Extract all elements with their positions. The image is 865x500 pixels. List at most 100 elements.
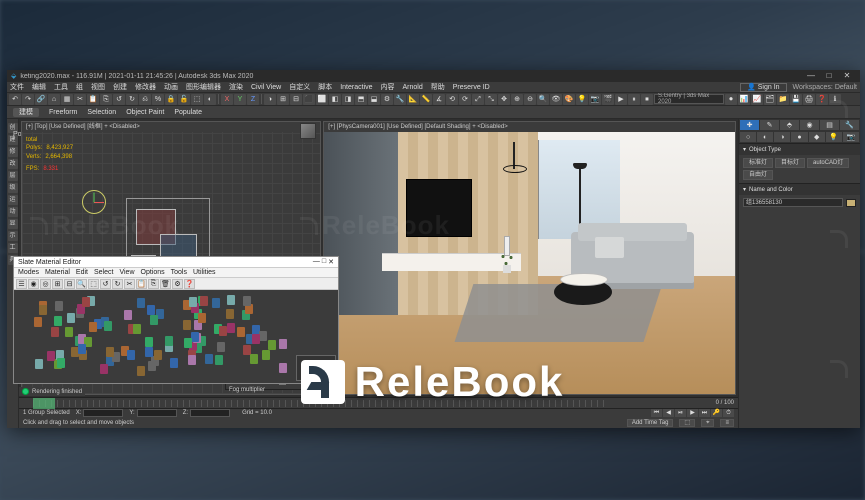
left-strip-button[interactable]: 示 bbox=[8, 231, 18, 241]
toolbar-button[interactable]: 🔍 bbox=[537, 94, 549, 105]
toolbar-button[interactable]: ↷ bbox=[22, 94, 34, 105]
toolbar-button[interactable]: ⤢ bbox=[472, 94, 484, 105]
menu-item[interactable]: 自定义 bbox=[289, 84, 310, 91]
coord-y-input[interactable] bbox=[137, 409, 177, 417]
playback-button[interactable]: ⏯ bbox=[675, 409, 686, 417]
mateditor-menu-item[interactable]: Select bbox=[94, 269, 113, 276]
left-strip-button[interactable]: 层 bbox=[8, 171, 18, 181]
object-type-button[interactable]: 标准灯 bbox=[743, 158, 773, 168]
toolbar-button[interactable]: 📐 bbox=[407, 94, 419, 105]
command-tab[interactable]: ▤ bbox=[820, 120, 839, 130]
playback-button[interactable]: ◀ bbox=[663, 409, 674, 417]
material-node[interactable] bbox=[212, 298, 220, 308]
mateditor-tool-button[interactable]: 🔍 bbox=[76, 279, 87, 289]
viewport-camera-canvas[interactable] bbox=[324, 132, 735, 394]
transform-gizmo[interactable] bbox=[82, 190, 106, 214]
command-category[interactable]: ◑ bbox=[774, 132, 790, 142]
material-node[interactable] bbox=[57, 358, 65, 368]
toolbar-button[interactable]: 🗂 bbox=[764, 94, 776, 105]
menu-item[interactable]: 帮助 bbox=[431, 84, 445, 91]
toolbar-button[interactable]: ⬜ bbox=[316, 94, 328, 105]
toolbar-button[interactable]: ⟲ bbox=[446, 94, 458, 105]
material-node[interactable] bbox=[189, 297, 197, 307]
playback-button[interactable]: ▶ bbox=[687, 409, 698, 417]
mateditor-tool-button[interactable]: ↺ bbox=[100, 279, 111, 289]
material-node[interactable] bbox=[89, 322, 97, 332]
mateditor-tool-button[interactable]: ⎘ bbox=[148, 279, 159, 289]
maxscript-button[interactable]: ≡ bbox=[720, 419, 734, 427]
material-node[interactable] bbox=[226, 309, 234, 319]
material-node[interactable] bbox=[262, 350, 270, 360]
axis-y-button[interactable]: Y bbox=[234, 94, 246, 105]
viewport-camera[interactable]: [+] [PhysCamera001] [Use Defined] [Defau… bbox=[323, 121, 736, 395]
command-category[interactable]: ○ bbox=[740, 132, 756, 142]
material-node[interactable] bbox=[279, 363, 287, 373]
left-strip-button[interactable]: 显 bbox=[8, 219, 18, 229]
material-node[interactable] bbox=[137, 298, 145, 308]
toolbar-button[interactable]: 🎨 bbox=[563, 94, 575, 105]
coord-x-input[interactable] bbox=[83, 409, 123, 417]
command-category[interactable]: 💡 bbox=[826, 132, 842, 142]
add-time-tag-button[interactable]: Add Time Tag bbox=[627, 419, 674, 427]
toolbar-button[interactable]: ◐ bbox=[204, 94, 216, 105]
menu-item[interactable]: 文件 bbox=[10, 84, 24, 91]
material-node[interactable] bbox=[227, 323, 235, 333]
menu-item[interactable]: Interactive bbox=[340, 84, 372, 91]
playback-button[interactable]: ⏱ bbox=[723, 409, 734, 417]
mateditor-tool-button[interactable]: ◉ bbox=[28, 279, 39, 289]
toolbar-button[interactable]: ⊞ bbox=[277, 94, 289, 105]
toolbar-button[interactable]: ✥ bbox=[498, 94, 510, 105]
playback-button[interactable]: ⏭ bbox=[699, 409, 710, 417]
material-node[interactable] bbox=[154, 350, 162, 360]
material-node[interactable] bbox=[100, 364, 108, 374]
material-node[interactable] bbox=[243, 296, 251, 306]
toolbar-button[interactable]: 💾 bbox=[790, 94, 802, 105]
maximize-button[interactable]: □ bbox=[820, 71, 838, 81]
left-strip-button[interactable]: 修 bbox=[8, 147, 18, 157]
toolbar-button[interactable]: ⊕ bbox=[511, 94, 523, 105]
toolbar-button[interactable]: ⬒ bbox=[355, 94, 367, 105]
command-tab[interactable]: 🔧 bbox=[840, 120, 859, 130]
titlebar[interactable]: ⬙ keting2020.max - 116.91M | 2021-01-11 … bbox=[7, 70, 860, 82]
mateditor-tool-button[interactable]: ⊟ bbox=[64, 279, 75, 289]
toolbar-button[interactable]: ⟳ bbox=[459, 94, 471, 105]
toolbar-button[interactable]: 🔗 bbox=[35, 94, 47, 105]
toolbar-button[interactable]: ◨ bbox=[342, 94, 354, 105]
viewport-camera-header[interactable]: [+] [PhysCamera001] [Use Defined] [Defau… bbox=[324, 122, 735, 132]
material-node[interactable] bbox=[200, 296, 208, 306]
menu-item[interactable]: Arnold bbox=[403, 84, 423, 91]
toolbar-button[interactable]: ⤡ bbox=[485, 94, 497, 105]
material-node[interactable] bbox=[170, 358, 178, 368]
mateditor-tool-button[interactable]: 🗑 bbox=[160, 279, 171, 289]
menu-item[interactable]: 动画 bbox=[164, 84, 178, 91]
material-node[interactable] bbox=[279, 339, 287, 349]
toolbar-button[interactable]: 🎬 bbox=[602, 94, 614, 105]
workspace-dropdown[interactable]: Workspaces: Default bbox=[793, 84, 857, 91]
rollout-header[interactable]: ▾ Name and Color bbox=[739, 184, 860, 195]
mateditor-menu-item[interactable]: Options bbox=[141, 269, 165, 276]
toolbar-button[interactable]: ⏸ bbox=[628, 94, 640, 105]
material-node[interactable] bbox=[147, 305, 155, 315]
object-color-swatch[interactable] bbox=[846, 199, 856, 207]
material-node-graph[interactable] bbox=[14, 290, 338, 383]
toolbar-button[interactable]: 🔧 bbox=[394, 94, 406, 105]
object-type-button[interactable]: autoCAD灯 bbox=[807, 158, 849, 168]
toolbar-button[interactable]: 📈 bbox=[751, 94, 763, 105]
rollout-header[interactable]: ▾ Object Type bbox=[739, 144, 860, 155]
toolbar-button[interactable]: % bbox=[152, 94, 164, 105]
toolbar-button[interactable]: 👁 bbox=[550, 94, 562, 105]
material-node[interactable] bbox=[205, 354, 213, 364]
viewport-label[interactable]: [+] [PhysCamera001] [Use Defined] [Defau… bbox=[328, 124, 507, 130]
playback-button[interactable]: ⏮ bbox=[651, 409, 662, 417]
toolbar-button[interactable]: ⌂ bbox=[48, 94, 60, 105]
material-editor-titlebar[interactable]: Slate Material Editor — □ ✕ bbox=[14, 257, 338, 268]
mateditor-menu-item[interactable]: Material bbox=[45, 269, 70, 276]
snap-button[interactable]: ⌖ bbox=[701, 419, 714, 427]
coord-z-input[interactable] bbox=[190, 409, 230, 417]
menu-item[interactable]: 渲染 bbox=[229, 84, 243, 91]
close-button[interactable]: ✕ bbox=[838, 71, 856, 81]
material-node[interactable] bbox=[191, 332, 199, 342]
mateditor-tool-button[interactable]: ☰ bbox=[16, 279, 27, 289]
toolbar-button[interactable]: ↺ bbox=[113, 94, 125, 105]
signin-button[interactable]: 👤 Sign In bbox=[740, 83, 787, 92]
